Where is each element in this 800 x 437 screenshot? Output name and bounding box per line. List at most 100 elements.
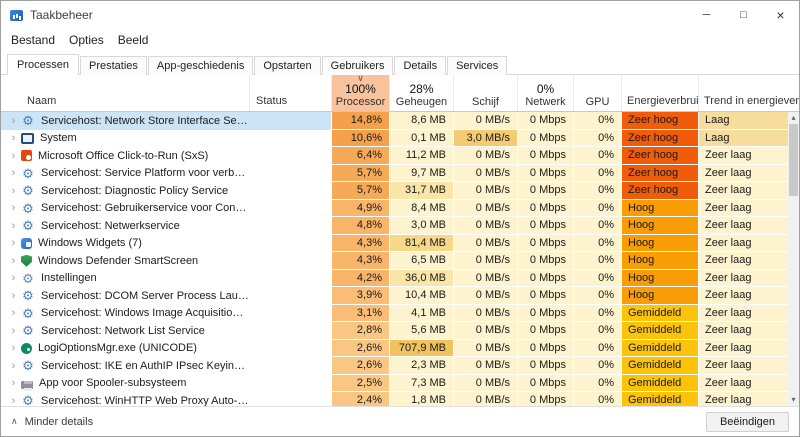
process-name-cell[interactable]: ›Servicehost: Netwerkservice — [1, 217, 249, 235]
expand-chevron-icon[interactable]: › — [7, 132, 20, 144]
process-row[interactable]: ›Servicehost: Netwerkservice4,8%3,0 MB0 … — [1, 217, 799, 235]
menu-item-beeld[interactable]: Beeld — [111, 31, 156, 49]
vertical-scrollbar[interactable]: ▴ ▾ — [788, 112, 799, 406]
memory-total-percent: 28% — [409, 83, 433, 96]
tab-processen[interactable]: Processen — [7, 54, 79, 75]
column-header-naam[interactable]: Naam — [1, 75, 249, 111]
servicehost-gear-icon — [21, 166, 35, 180]
logioptions-icon — [21, 343, 32, 354]
process-row[interactable]: ›Servicehost: Service Platform voor verb… — [1, 165, 799, 183]
expand-chevron-icon[interactable]: › — [7, 220, 20, 232]
process-cpu-cell: 2,5% — [331, 375, 389, 393]
close-button[interactable]: × — [762, 1, 799, 29]
process-status-cell — [249, 165, 331, 183]
tab-gebruikers[interactable]: Gebruikers — [322, 56, 394, 75]
expand-chevron-icon[interactable]: › — [7, 150, 20, 162]
column-header-processor[interactable]: ∨ 100% Processor — [331, 75, 389, 111]
expand-chevron-icon[interactable]: › — [7, 377, 20, 389]
process-name-cell[interactable]: ›Servicehost: Service Platform voor verb… — [1, 165, 249, 183]
process-name-cell[interactable]: ›Servicehost: Diagnostic Policy Service — [1, 182, 249, 200]
process-name-cell[interactable]: ›Windows Defender SmartScreen — [1, 252, 249, 270]
process-row[interactable]: ›Servicehost: Gebruikerservice voor Conn… — [1, 200, 799, 218]
expand-chevron-icon[interactable]: › — [7, 167, 20, 179]
column-header-gpu[interactable]: GPU — [573, 75, 621, 111]
process-name-cell[interactable]: ›Servicehost: IKE en AuthIP IPsec Keying… — [1, 357, 249, 375]
expand-chevron-icon[interactable]: › — [7, 360, 20, 372]
process-cpu-cell: 14,8% — [331, 112, 389, 130]
process-name-cell[interactable]: › Servicehost: Network Store Interface Se… — [1, 112, 249, 130]
column-header-energieverbruik[interactable]: Energieverbruik — [621, 75, 698, 111]
process-name-cell[interactable]: ›Instellingen — [1, 270, 249, 288]
process-memory-cell: 11,2 MB — [389, 147, 453, 165]
expand-chevron-icon[interactable]: › — [7, 395, 20, 406]
process-row[interactable]: ›System10,6%0,1 MB3,0 MB/s0 Mbps0%Zeer h… — [1, 130, 799, 148]
process-row[interactable]: ›Instellingen4,2%36,0 MB0 MB/s0 Mbps0%Ho… — [1, 270, 799, 288]
process-status-cell — [249, 235, 331, 253]
expand-chevron-icon[interactable]: › — [7, 185, 20, 197]
process-row[interactable]: ›Servicehost: Diagnostic Policy Service5… — [1, 182, 799, 200]
expand-chevron-icon[interactable]: › — [7, 202, 20, 214]
scrollbar-thumb[interactable] — [789, 124, 798, 196]
process-memory-cell: 9,7 MB — [389, 165, 453, 183]
column-header-trend[interactable]: Trend in energieverbruik — [698, 75, 799, 111]
process-row[interactable]: ›Windows Defender SmartScreen4,3%6,5 MB0… — [1, 252, 799, 270]
expand-chevron-icon[interactable]: › — [7, 325, 20, 337]
process-memory-cell: 10,4 MB — [389, 287, 453, 305]
column-header-status[interactable]: Status — [249, 75, 331, 111]
process-name-cell[interactable]: ›Servicehost: Gebruikerservice voor Conn… — [1, 200, 249, 218]
process-name-cell[interactable]: ›Windows Widgets (7) — [1, 235, 249, 253]
process-row[interactable]: ›App voor Spooler-subsysteem2,5%7,3 MB0 … — [1, 375, 799, 393]
expand-chevron-icon[interactable]: › — [7, 290, 20, 302]
process-row[interactable]: ›Servicehost: DCOM Server Process Launch… — [1, 287, 799, 305]
expand-chevron-icon[interactable]: › — [7, 342, 20, 354]
column-header-geheugen[interactable]: 28% Geheugen — [389, 75, 453, 111]
minimize-button[interactable]: ─ — [688, 1, 725, 29]
process-row[interactable]: › Servicehost: Network Store Interface Se… — [1, 112, 799, 130]
expand-chevron-icon[interactable]: › — [7, 237, 20, 249]
expand-chevron-icon[interactable]: › — [7, 272, 20, 284]
end-task-button[interactable]: Beëindigen — [706, 412, 789, 432]
column-header-schijf[interactable]: Schijf — [453, 75, 517, 111]
process-name-cell[interactable]: ›Servicehost: WinHTTP Web Proxy Auto-Dis… — [1, 392, 249, 406]
expand-chevron-icon[interactable]: › — [7, 307, 20, 319]
process-trend-cell: Zeer laag — [698, 357, 799, 375]
process-cpu-cell: 2,6% — [331, 357, 389, 375]
expand-chevron-icon[interactable]: › — [7, 255, 20, 267]
process-name: Servicehost: Network Store Interface Ser… — [41, 115, 249, 127]
process-row[interactable]: ›Servicehost: Network List Service2,8%5,… — [1, 322, 799, 340]
tab-opstarten[interactable]: Opstarten — [254, 56, 320, 75]
process-name-cell[interactable]: ›System — [1, 130, 249, 148]
process-name-cell[interactable]: ›Servicehost: Windows Image Acquisition … — [1, 305, 249, 323]
tab-app-geschiedenis[interactable]: App-geschiedenis — [148, 56, 253, 75]
process-name-cell[interactable]: ›LogiOptionsMgr.exe (UNICODE) — [1, 340, 249, 358]
process-trend-cell: Zeer laag — [698, 252, 799, 270]
process-row[interactable]: ›Windows Widgets (7)4,3%81,4 MB0 MB/s0 M… — [1, 235, 799, 253]
process-name-cell[interactable]: ›App voor Spooler-subsysteem — [1, 375, 249, 393]
footer: ∧ Minder details Beëindigen — [1, 406, 799, 436]
scroll-down-icon[interactable]: ▾ — [791, 394, 795, 406]
process-energy-cell: Zeer hoog — [621, 182, 698, 200]
process-row[interactable]: ›LogiOptionsMgr.exe (UNICODE)2,6%707,9 M… — [1, 340, 799, 358]
process-row[interactable]: ›Microsoft Office Click-to-Run (SxS)6,4%… — [1, 147, 799, 165]
process-name-cell[interactable]: ›Servicehost: DCOM Server Process Launch… — [1, 287, 249, 305]
scroll-up-icon[interactable]: ▴ — [791, 112, 795, 124]
menu-item-opties[interactable]: Opties — [62, 31, 111, 49]
menu-item-bestand[interactable]: Bestand — [4, 31, 62, 49]
tab-prestaties[interactable]: Prestaties — [80, 56, 147, 75]
process-row[interactable]: ›Servicehost: IKE en AuthIP IPsec Keying… — [1, 357, 799, 375]
process-status-cell — [249, 130, 331, 148]
process-name-cell[interactable]: ›Microsoft Office Click-to-Run (SxS) — [1, 147, 249, 165]
process-cpu-cell: 10,6% — [331, 130, 389, 148]
tab-services[interactable]: Services — [447, 56, 507, 75]
expand-chevron-icon[interactable]: › — [7, 115, 20, 127]
servicehost-gear-icon — [21, 359, 35, 373]
process-network-cell: 0 Mbps — [517, 287, 573, 305]
maximize-button[interactable]: □ — [725, 1, 762, 29]
process-row[interactable]: ›Servicehost: Windows Image Acquisition … — [1, 305, 799, 323]
details-toggle[interactable]: ∧ Minder details — [11, 416, 93, 428]
process-cpu-cell: 4,2% — [331, 270, 389, 288]
column-header-netwerk[interactable]: 0% Netwerk — [517, 75, 573, 111]
process-name-cell[interactable]: ›Servicehost: Network List Service — [1, 322, 249, 340]
process-row[interactable]: ›Servicehost: WinHTTP Web Proxy Auto-Dis… — [1, 392, 799, 406]
tab-details[interactable]: Details — [394, 56, 446, 75]
